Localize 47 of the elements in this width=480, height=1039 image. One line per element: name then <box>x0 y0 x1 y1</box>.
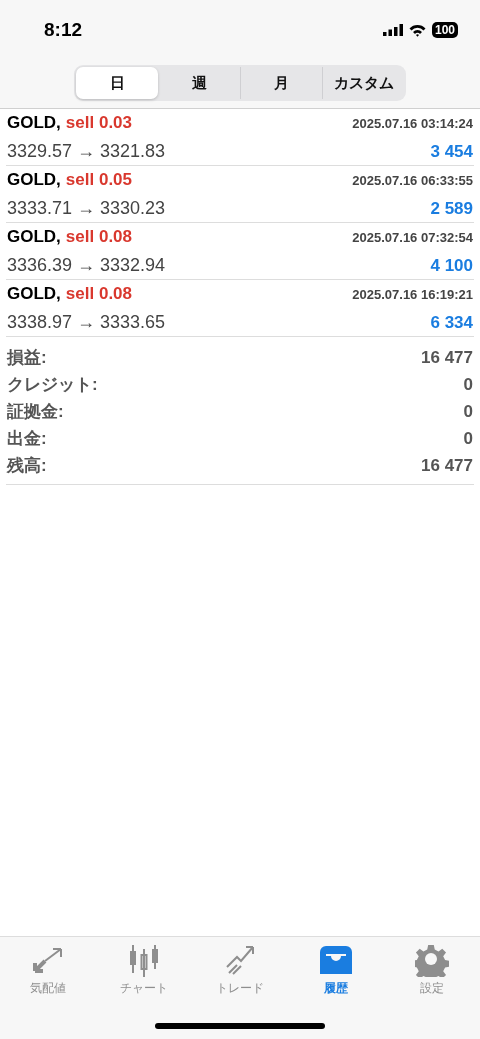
summary-label: 残高: <box>7 455 47 477</box>
inbox-icon <box>318 944 354 976</box>
summary-value: 16 477 <box>421 347 473 368</box>
price-range: 3329.57 → 3321.83 <box>7 141 166 162</box>
trade-time: 2025.07.16 16:19:21 <box>352 287 473 302</box>
profit: 4 100 <box>430 256 473 276</box>
order-type: sell 0.08 <box>65 227 132 247</box>
signal-icon <box>382 24 403 36</box>
summary-value: 0 <box>463 374 473 395</box>
clock: 8:12 <box>44 19 83 41</box>
tab-bar-item[interactable]: 気配値 <box>0 943 96 997</box>
trade-time: 2025.07.16 07:32:54 <box>352 230 473 245</box>
summary-label: 出金: <box>7 428 47 450</box>
tab-bar-item[interactable]: トレード <box>192 943 288 997</box>
price-range: 3333.71 → 3330.23 <box>7 198 166 219</box>
trade-time: 2025.07.16 03:14:24 <box>352 116 473 131</box>
summary-label: 証拠金: <box>7 401 64 423</box>
summary-label: 損益: <box>7 347 47 369</box>
order-type: sell 0.05 <box>65 170 132 190</box>
symbol: GOLD, <box>7 113 61 133</box>
summary-value: 0 <box>463 401 473 422</box>
period-tab[interactable]: 日 <box>76 67 158 99</box>
summary-value: 16 477 <box>421 455 473 476</box>
profit: 2 589 <box>430 199 473 219</box>
tab-bar-item[interactable]: 設定 <box>384 943 480 997</box>
battery-level: 100 <box>431 22 458 38</box>
profit: 3 454 <box>430 142 473 162</box>
price-range: 3336.39 → 3332.94 <box>7 255 166 276</box>
symbol: GOLD, <box>7 227 61 247</box>
profit: 6 334 <box>430 313 473 333</box>
arrows-icon <box>31 945 65 975</box>
tab-bar-item[interactable]: チャート <box>96 943 192 997</box>
trade-time: 2025.07.16 06:33:55 <box>352 173 473 188</box>
symbol: GOLD, <box>7 284 61 304</box>
summary-label: クレジット: <box>7 374 98 396</box>
symbol: GOLD, <box>7 170 61 190</box>
period-tab[interactable]: 週 <box>158 67 240 99</box>
price-range: 3338.97 → 3333.65 <box>7 312 166 333</box>
period-tab[interactable]: カスタム <box>322 67 404 99</box>
settings-icon <box>415 943 449 977</box>
tab-bar-item[interactable]: 履歴 <box>288 943 384 997</box>
candlestick-icon <box>127 943 161 977</box>
period-tab[interactable]: 月 <box>240 67 322 99</box>
wifi-icon <box>408 23 426 37</box>
summary-value: 0 <box>463 428 473 449</box>
order-type: sell 0.08 <box>65 284 132 304</box>
order-type: sell 0.03 <box>65 113 132 133</box>
